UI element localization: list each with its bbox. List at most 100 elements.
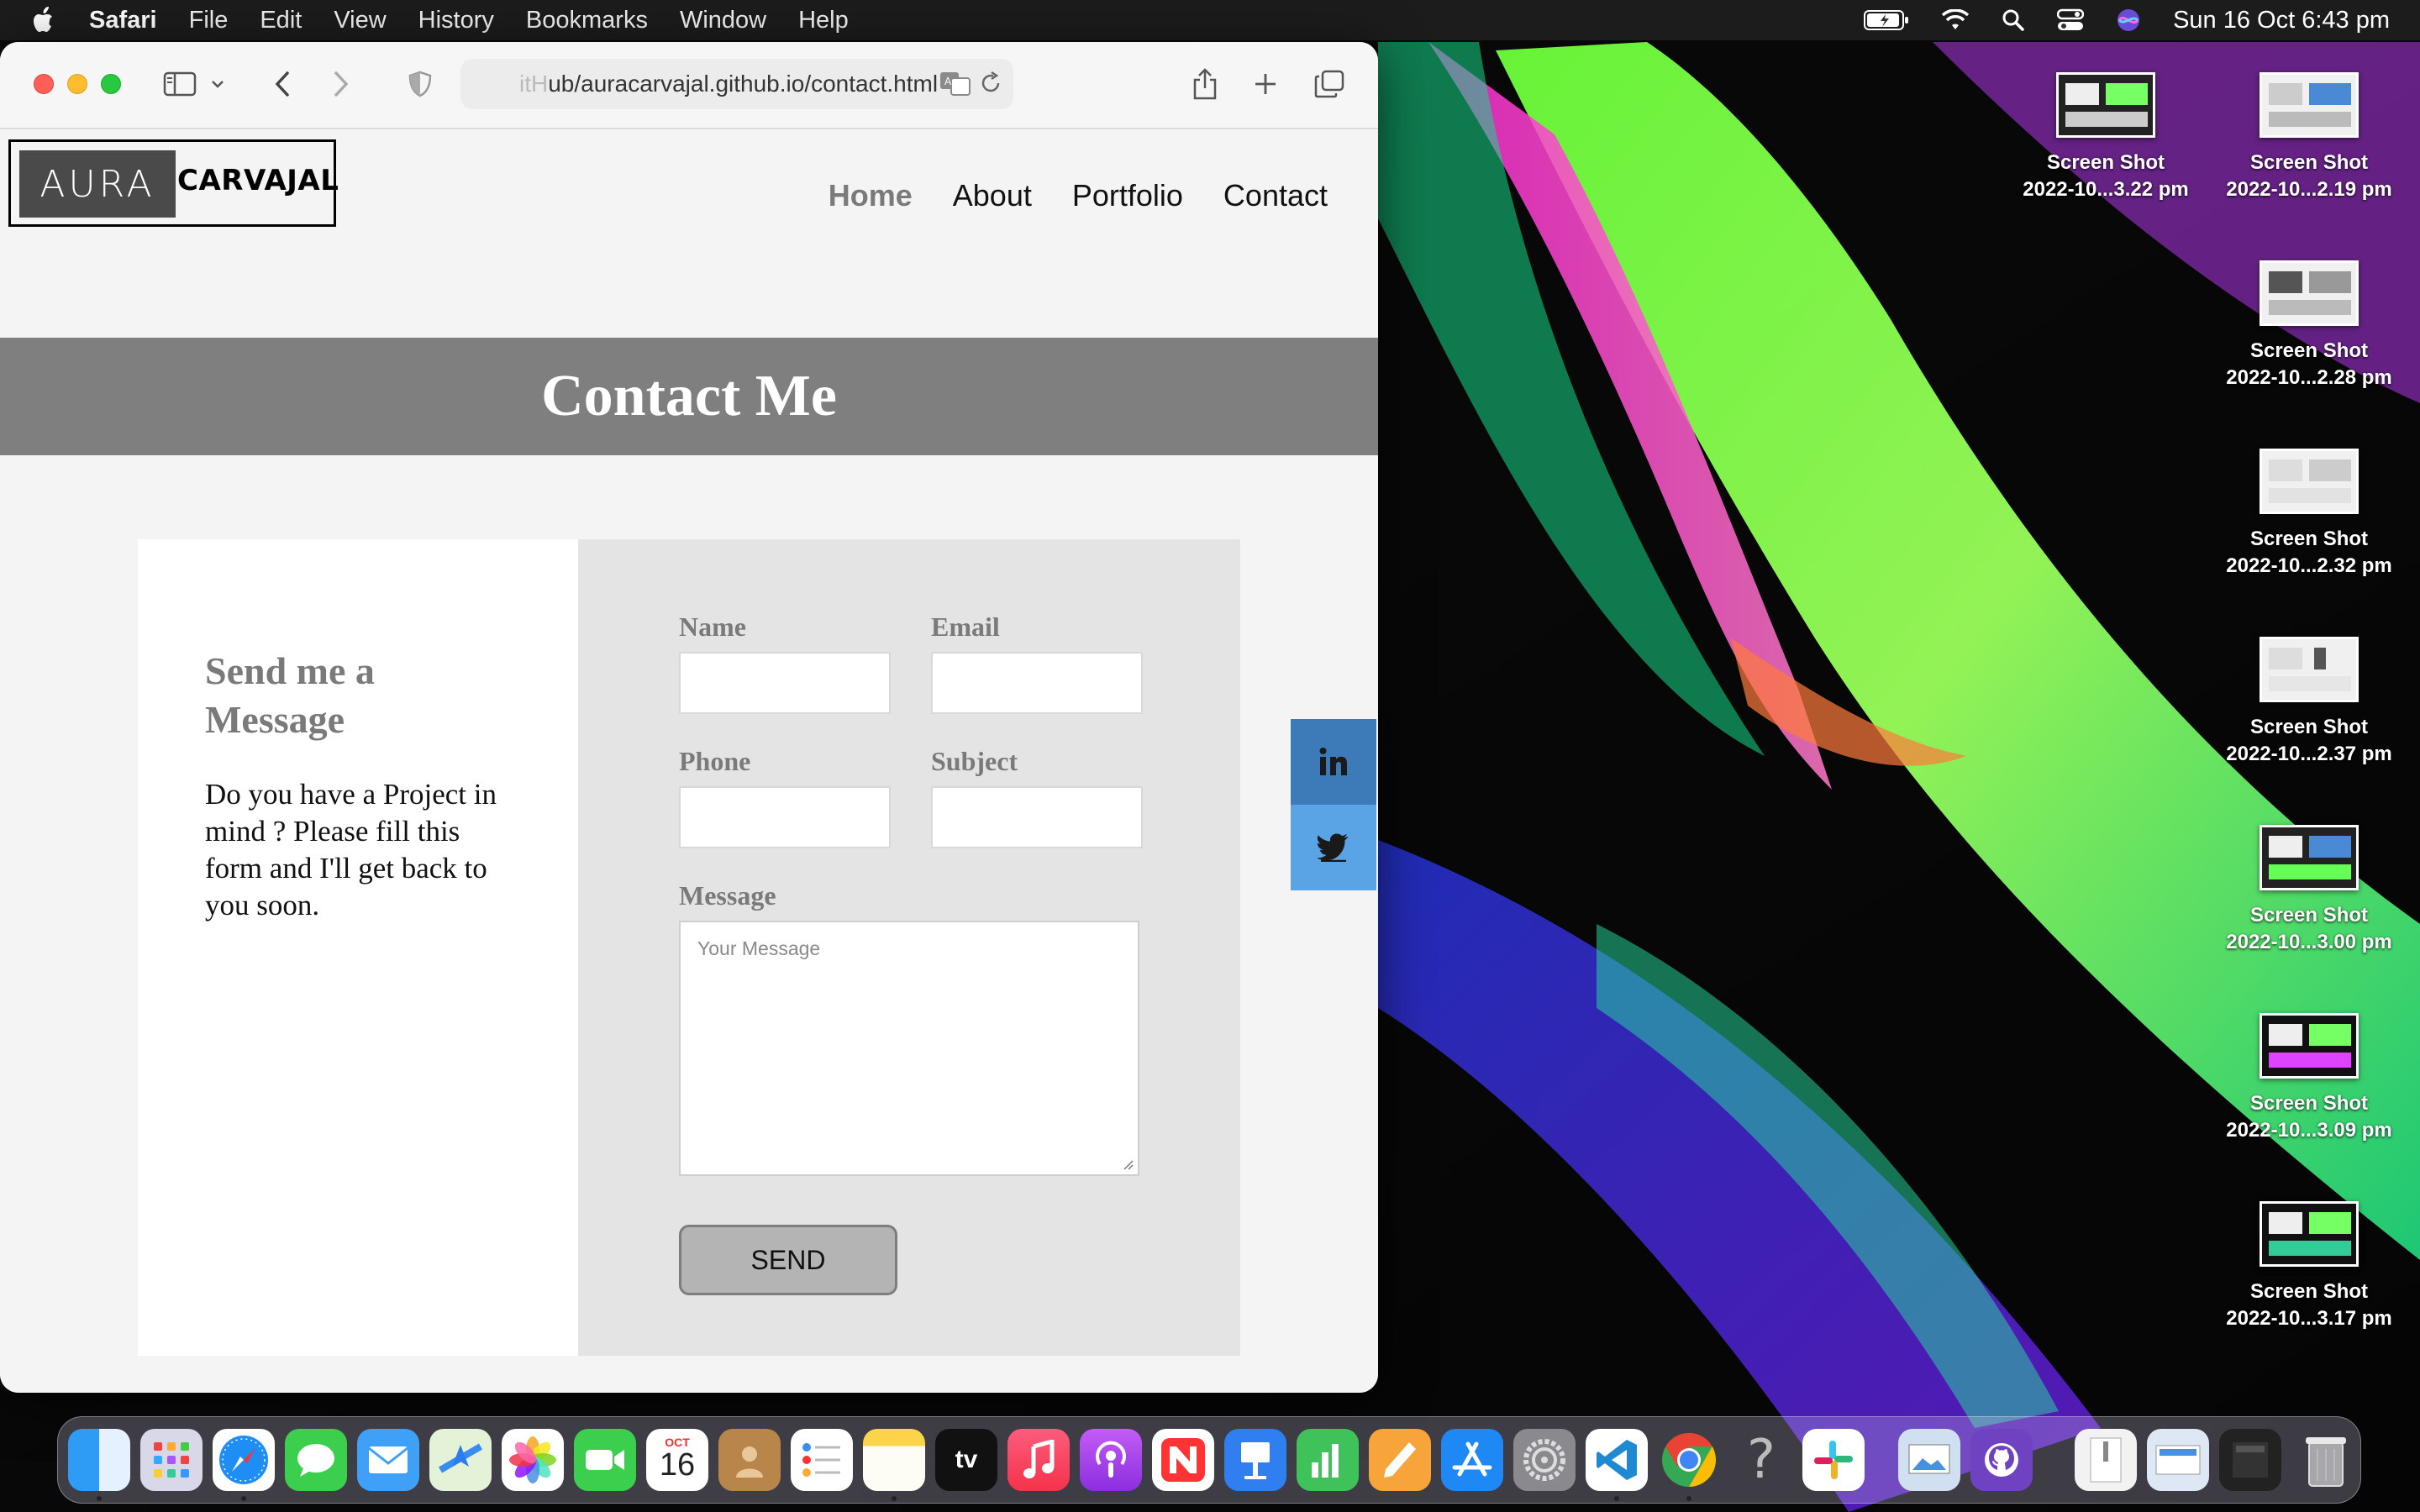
chrome-icon[interactable] (1658, 1429, 1720, 1491)
desktop-file-screenshot-6[interactable]: Screen Shot 2022-10...3.00 pm (2200, 825, 2418, 956)
app-store-icon[interactable] (1441, 1429, 1503, 1491)
calendar-icon[interactable]: OCT 16 (646, 1429, 708, 1491)
system-preferences-icon[interactable] (1513, 1429, 1576, 1491)
file-name-line2: 2022-10...3.17 pm (2226, 1307, 2392, 1330)
contacts-icon[interactable] (718, 1429, 781, 1491)
logo-carvajal-text: CARVAJAL (177, 164, 339, 197)
social-sidebar (1291, 719, 1378, 890)
tab-overview-icon[interactable] (1309, 64, 1349, 104)
menu-view[interactable]: View (334, 7, 386, 34)
help-question-icon[interactable]: ? (1730, 1429, 1792, 1491)
calendar-day: 16 (659, 1447, 696, 1483)
back-arrow-icon[interactable] (262, 64, 302, 104)
photos-icon[interactable] (502, 1429, 564, 1491)
facetime-icon[interactable] (574, 1429, 636, 1491)
message-textarea[interactable]: Your Message (679, 921, 1139, 1176)
forward-arrow-icon[interactable] (321, 64, 361, 104)
menu-app-name[interactable]: Safari (89, 7, 157, 34)
file-name-line1: Screen Shot (2249, 716, 2369, 738)
file-name-line2: 2022-10...3.09 pm (2226, 1119, 2392, 1142)
safari-icon[interactable] (213, 1429, 275, 1491)
contact-form: Name Email Phone Subject Message Your Me… (578, 539, 1240, 1356)
reload-icon[interactable] (978, 71, 1003, 96)
zoom-window-button[interactable] (101, 74, 121, 94)
finder-icon[interactable] (68, 1429, 130, 1491)
browser-toolbar: itH ub/auracarvajal.github.io/contact.htm… (0, 42, 1378, 129)
new-tab-plus-icon[interactable] (1245, 64, 1286, 104)
nav-portfolio[interactable]: Portfolio (1072, 178, 1183, 213)
preview-icon[interactable] (1898, 1429, 1960, 1491)
desktop-file-screenshot-2[interactable]: Screen Shot 2022-10...2.19 pm (2200, 72, 2418, 203)
resize-grip-icon[interactable] (1123, 1159, 1134, 1171)
slack-icon[interactable] (1802, 1429, 1865, 1491)
maps-icon[interactable] (429, 1429, 492, 1491)
desktop-file-screenshot-1[interactable]: Screen Shot 2022-10...3.22 pm (1996, 72, 2215, 203)
menu-window[interactable]: Window (680, 7, 766, 34)
nav-contact[interactable]: Contact (1223, 178, 1328, 213)
share-icon[interactable] (1185, 64, 1225, 104)
music-icon[interactable] (1007, 1429, 1070, 1491)
translate-icon[interactable]: A (939, 71, 971, 96)
vscode-icon[interactable] (1586, 1429, 1648, 1491)
notes-icon[interactable] (863, 1429, 925, 1491)
sidebar-toggle-icon[interactable] (160, 64, 200, 104)
apple-tv-icon[interactable]: tv (935, 1429, 997, 1491)
file-name-line2: 2022-10...2.19 pm (2226, 178, 2392, 201)
chevron-down-icon[interactable] (205, 64, 230, 104)
menu-file[interactable]: File (189, 7, 229, 34)
privacy-shield-icon[interactable] (400, 64, 440, 104)
apple-menu-icon[interactable] (32, 6, 57, 34)
menu-edit[interactable]: Edit (260, 7, 302, 34)
terminal-stack-icon[interactable] (2219, 1429, 2281, 1491)
numbers-icon[interactable] (1297, 1429, 1359, 1491)
running-indicator (97, 1496, 102, 1501)
send-button[interactable]: SEND (679, 1225, 897, 1295)
desktop-file-screenshot-7[interactable]: Screen Shot 2022-10...3.09 pm (2200, 1013, 2418, 1144)
github-desktop-icon[interactable] (1970, 1429, 2033, 1491)
zip-archive-icon[interactable] (2075, 1429, 2137, 1491)
desktop-file-screenshot-4[interactable]: Screen Shot 2022-10...2.32 pm (2200, 449, 2418, 580)
trash-icon[interactable] (2295, 1429, 2357, 1491)
keynote-icon[interactable] (1224, 1429, 1286, 1491)
file-name-line1: Screen Shot (2249, 151, 2369, 174)
subject-field[interactable] (931, 786, 1143, 848)
linkedin-icon[interactable] (1291, 719, 1376, 805)
spotlight-search-icon[interactable] (2002, 8, 2025, 32)
control-center-icon[interactable] (2057, 8, 2085, 32)
url-faded-prefix: itH (519, 71, 549, 97)
intro-heading: Send me a Message (205, 649, 375, 741)
menu-bookmarks[interactable]: Bookmarks (526, 7, 648, 34)
phone-field[interactable] (679, 786, 891, 848)
news-icon[interactable] (1152, 1429, 1214, 1491)
screenshot-stack-icon[interactable] (2147, 1429, 2209, 1491)
name-field[interactable] (679, 652, 891, 714)
siri-icon[interactable] (2116, 8, 2141, 33)
running-indicator (1686, 1496, 1691, 1501)
podcasts-icon[interactable] (1080, 1429, 1142, 1491)
subject-label: Subject (931, 746, 1018, 776)
nav-home[interactable]: Home (829, 178, 913, 213)
mail-icon[interactable] (357, 1429, 419, 1491)
reminders-icon[interactable] (791, 1429, 853, 1491)
battery-icon[interactable] (1864, 9, 1909, 31)
address-bar[interactable]: itH ub/auracarvajal.github.io/contact.htm… (460, 59, 1013, 109)
launchpad-icon[interactable] (140, 1429, 203, 1491)
desktop-file-screenshot-3[interactable]: Screen Shot 2022-10...2.28 pm (2200, 260, 2418, 391)
menu-history[interactable]: History (418, 7, 494, 34)
svg-text:A: A (944, 76, 952, 87)
site-logo[interactable]: AURA CARVAJAL (8, 139, 339, 227)
menu-help[interactable]: Help (798, 7, 849, 34)
pages-icon[interactable] (1369, 1429, 1431, 1491)
messages-icon[interactable] (285, 1429, 347, 1491)
screenshot-thumbnail-icon (2260, 72, 2359, 138)
nav-about[interactable]: About (953, 178, 1032, 213)
close-window-button[interactable] (34, 74, 54, 94)
file-name-line1: Screen Shot (2249, 1280, 2369, 1303)
menu-clock[interactable]: Sun 16 Oct 6:43 pm (2173, 7, 2390, 34)
wifi-icon[interactable] (1941, 9, 1970, 31)
twitter-icon[interactable] (1291, 805, 1376, 890)
desktop-file-screenshot-5[interactable]: Screen Shot 2022-10...2.37 pm (2200, 637, 2418, 768)
email-field[interactable] (931, 652, 1143, 714)
minimize-window-button[interactable] (67, 74, 87, 94)
desktop-file-screenshot-8[interactable]: Screen Shot 2022-10...3.17 pm (2200, 1201, 2418, 1332)
